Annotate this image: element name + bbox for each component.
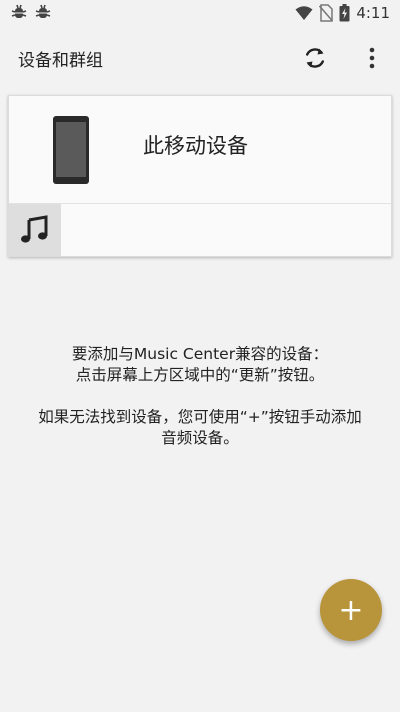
bug-icon bbox=[35, 4, 51, 18]
device-name: 此移动设备 bbox=[143, 134, 248, 158]
more-vert-icon[interactable] bbox=[362, 45, 382, 71]
help-line: 如果无法找到设备，您可使用“+”按钮手动添加 bbox=[38, 408, 362, 426]
status-left-icons bbox=[10, 4, 52, 22]
battery-icon bbox=[339, 4, 350, 22]
plus-icon: + bbox=[338, 592, 364, 628]
help-line: 要添加与Music Center兼容的设备： bbox=[71, 345, 329, 363]
bug-icon bbox=[11, 4, 27, 18]
page-title: 设备和群组 bbox=[18, 51, 103, 71]
no-sim-icon bbox=[319, 4, 334, 22]
help-text: 要添加与Music Center兼容的设备： 点击屏幕上方区域中的“更新”按钮。… bbox=[0, 344, 400, 470]
app-bar: 设备和群组 bbox=[0, 28, 400, 88]
music-note-icon bbox=[21, 215, 48, 243]
card-divider bbox=[9, 203, 391, 204]
help-line: 音频设备。 bbox=[161, 429, 239, 447]
wifi-icon bbox=[295, 6, 313, 20]
help-paragraph-manual: 如果无法找到设备，您可使用“+”按钮手动添加 音频设备。 bbox=[0, 407, 400, 449]
phone-icon bbox=[53, 116, 89, 184]
status-right-icons: 4:11 bbox=[295, 4, 390, 22]
music-tile[interactable] bbox=[9, 204, 61, 256]
refresh-icon[interactable] bbox=[302, 45, 328, 71]
status-time: 4:11 bbox=[356, 4, 390, 22]
device-card[interactable]: 此移动设备 bbox=[8, 95, 392, 257]
help-line: 点击屏幕上方区域中的“更新”按钮。 bbox=[75, 366, 325, 384]
help-paragraph-update: 要添加与Music Center兼容的设备： 点击屏幕上方区域中的“更新”按钮。 bbox=[0, 344, 400, 386]
add-device-button[interactable]: + bbox=[320, 579, 382, 641]
status-bar: 4:11 bbox=[0, 0, 400, 28]
